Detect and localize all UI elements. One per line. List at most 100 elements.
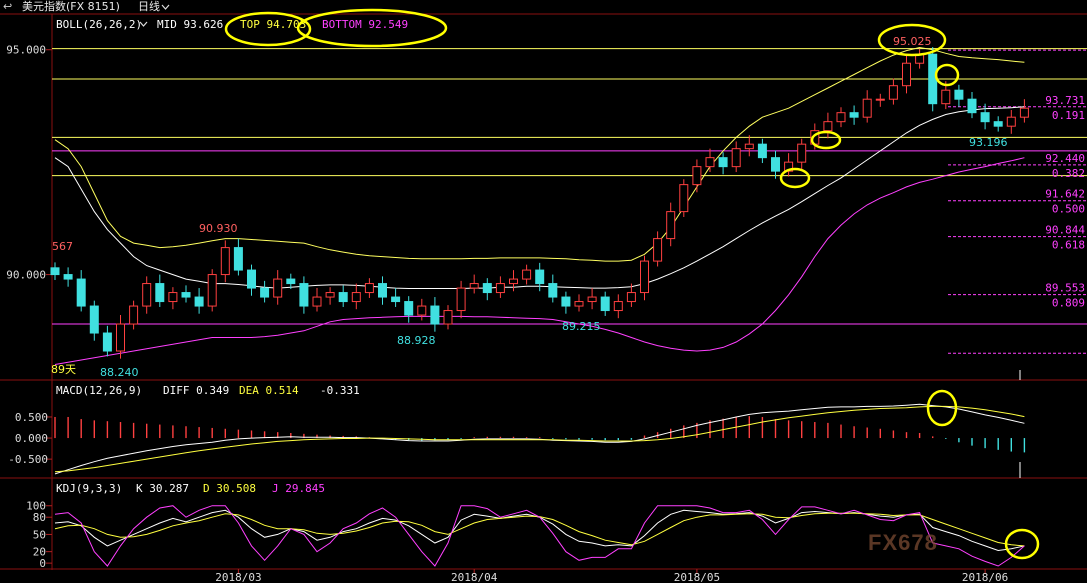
macd-y-tick-label: 0.500 [15, 411, 48, 424]
x-axis: 2018/03 2018/04 2018/05 2018/06 [215, 569, 1008, 583]
x-tick-label: 2018/05 [674, 571, 720, 583]
boll-bottom-value: BOTTOM 92.549 [322, 18, 408, 31]
candle-down [954, 89, 964, 100]
macd-y-tick-label: -0.500 [8, 453, 48, 466]
kdj-y-tick-label: 50 [33, 528, 46, 541]
kdj-j-value: J 29.845 [272, 482, 325, 495]
candle-up [495, 283, 505, 294]
x-tick-label: 2018/04 [451, 571, 498, 583]
candle-down [299, 283, 309, 307]
fib-price-label: 89.553 [1045, 282, 1085, 295]
candle-up [129, 305, 139, 325]
watermark: FX678 [868, 530, 938, 555]
candle-up [351, 292, 361, 303]
candle-down [771, 157, 780, 172]
candle-down [155, 283, 165, 303]
price-panel: 93.731 0.191 92.440 0.382 91.642 0.500 90.844 0… [6, 35, 1087, 380]
fib-ratio-label: 0.500 [1052, 203, 1085, 216]
kdj-label: KDJ(9,3,3) [56, 482, 122, 495]
candle-up [836, 112, 846, 123]
candle-up [1006, 116, 1016, 127]
candle-up [1019, 107, 1029, 118]
fib-ratio-label: 0.618 [1052, 239, 1085, 252]
candle-up [613, 301, 623, 312]
candle-up [626, 292, 636, 303]
candle-up [744, 143, 754, 150]
fib-price-label: 93.731 [1045, 94, 1085, 107]
fib-price-label: 90.844 [1045, 224, 1085, 237]
candle-down [430, 305, 440, 325]
fib-price-label: 92.440 [1045, 152, 1085, 165]
candle-down [718, 157, 728, 168]
candle-up [888, 85, 898, 100]
macd-y-tick-label: 0.000 [15, 432, 48, 445]
candle-up [574, 301, 584, 307]
candle-down [286, 278, 296, 285]
fib-ratio-label: 0.191 [1052, 109, 1085, 122]
candle-down [50, 267, 60, 276]
candle-down [63, 274, 73, 280]
candle-down [404, 301, 414, 316]
fib-ratio-label: 0.382 [1052, 167, 1085, 180]
boll-lower-band [54, 157, 1025, 365]
candle-down [482, 283, 492, 294]
candle-up [941, 89, 951, 105]
candle-down [993, 121, 1003, 127]
macd-dea-value: DEA 0.514 [239, 384, 299, 397]
boll-mid-band [54, 106, 1025, 289]
macd-diff-line [54, 403, 1025, 475]
candle-up [875, 98, 885, 101]
highlight-circle-1 [934, 63, 960, 87]
highlight-circle-3 [779, 167, 811, 189]
x-tick-label: 2018/03 [215, 571, 261, 583]
candle-down [194, 296, 204, 307]
candle-up [168, 292, 178, 303]
macd-label: MACD(12,26,9) [56, 384, 142, 397]
kdj-d-value: D 30.508 [203, 482, 256, 495]
candle-up [705, 157, 715, 168]
boll-top-value: TOP 94.703 [240, 18, 306, 31]
price-annotation: 88.240 [100, 366, 139, 379]
candle-up [207, 274, 217, 307]
candle-down [76, 278, 86, 307]
candle-up [797, 143, 807, 163]
candle-up [862, 98, 872, 118]
candle-down [89, 305, 99, 334]
candle-down [561, 296, 571, 307]
fib-price-label: 91.642 [1045, 188, 1085, 201]
candle-up [522, 269, 532, 280]
fib-ratio-label: 0.809 [1052, 297, 1085, 310]
candle-down [338, 292, 348, 303]
chart-canvas: BOLL(26,26,2) MID 93.626 TOP 94.703 BOTT… [0, 8, 1087, 583]
candle-up [587, 296, 597, 303]
price-y-tick-label: 95.000 [6, 44, 46, 57]
price-y-tick-label: 90.000 [6, 269, 46, 282]
boll-mid-value: MID 93.626 [157, 18, 223, 31]
candle-up [116, 323, 125, 352]
candle-up [823, 121, 833, 132]
price-annotation: 95.025 [893, 35, 932, 48]
candle-up [509, 278, 518, 285]
candle-down [260, 287, 270, 298]
candle-down [247, 269, 256, 289]
candle-up [312, 296, 322, 307]
macd-panel: 0.500 0.000 -0.500 [8, 403, 1026, 478]
candle-down [535, 269, 545, 285]
candle-up [273, 278, 283, 298]
kdj-k-value: K 30.287 [136, 482, 189, 495]
candle-up [666, 211, 676, 240]
candle-down [181, 292, 191, 298]
candle-up [640, 260, 649, 294]
candle-up [443, 310, 453, 325]
highlight-circles [224, 8, 1040, 560]
price-annotation: 88.928 [397, 334, 436, 347]
price-annotation: 90.930 [199, 222, 238, 235]
price-annotation: 93.196 [969, 136, 1008, 149]
candle-down [757, 143, 767, 159]
candle-up [142, 283, 152, 307]
candle-up [653, 238, 663, 262]
candle-down [849, 112, 859, 118]
candle-down [233, 247, 243, 271]
kdj-y-tick-label: 80 [33, 511, 46, 524]
kdj-y-tick-label: 0 [39, 557, 46, 570]
